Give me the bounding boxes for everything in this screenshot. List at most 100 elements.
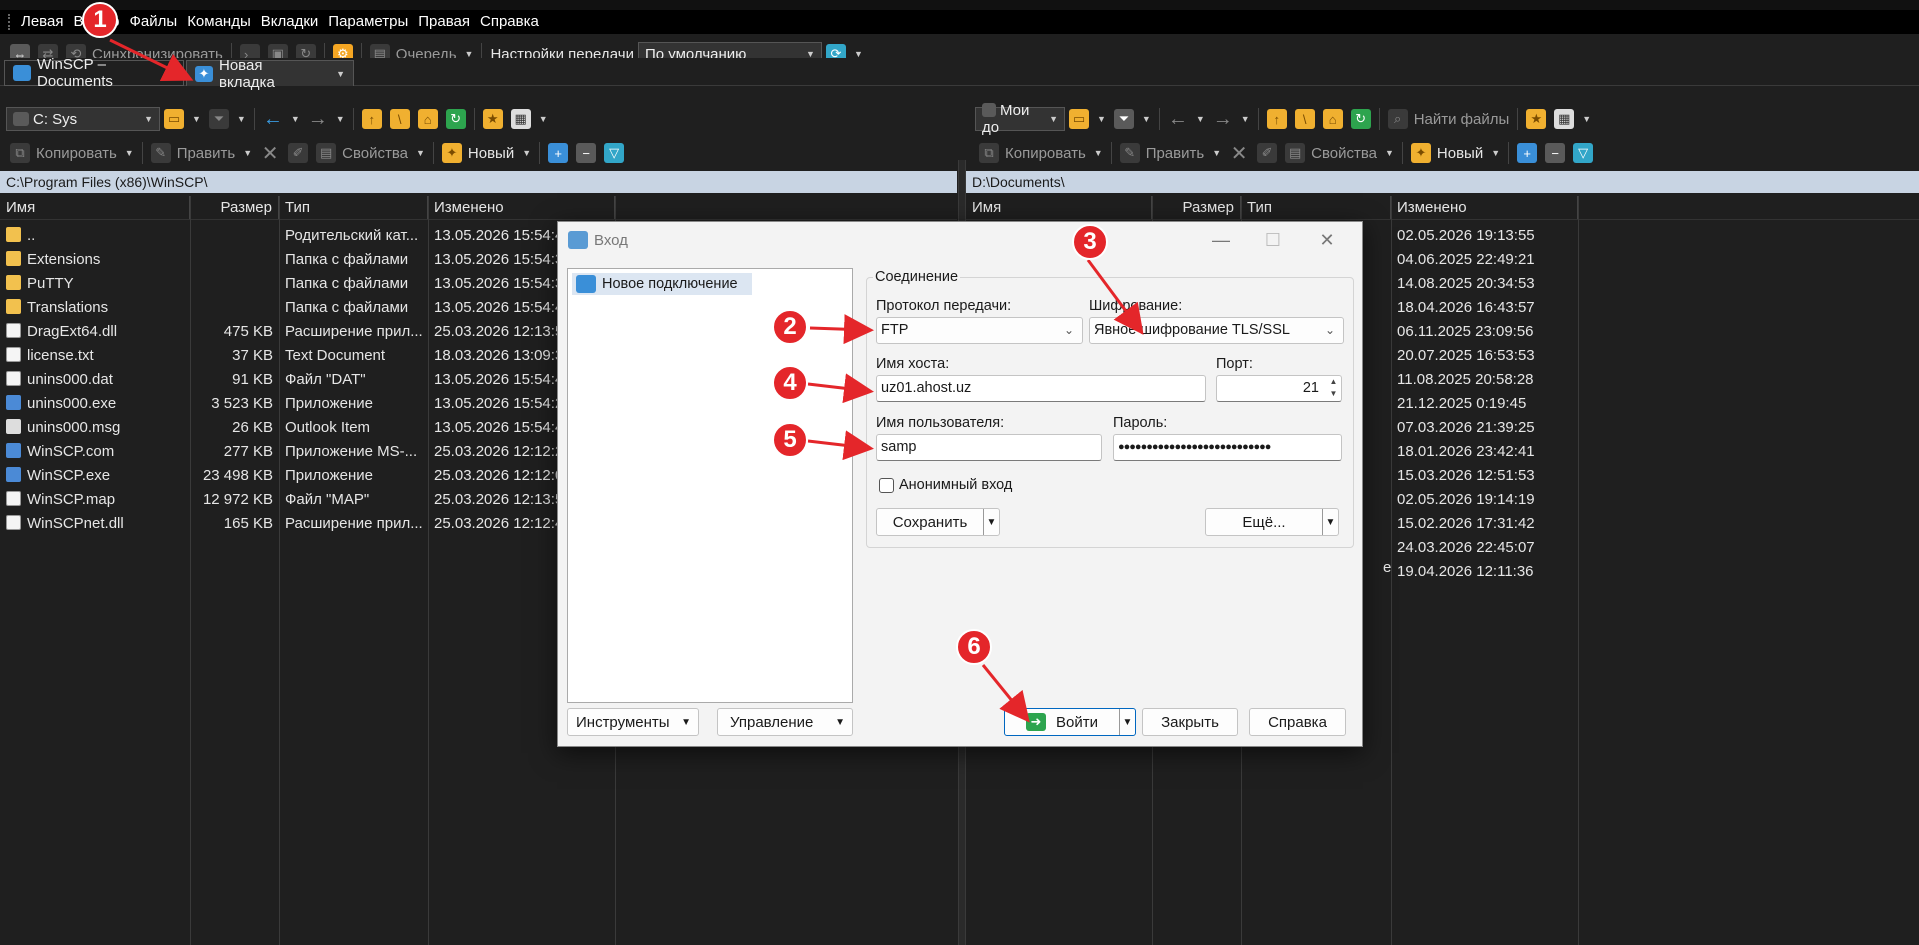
right-find-files-button[interactable]: ⌕ Найти файлы xyxy=(1384,106,1514,132)
left-back-button[interactable]: ← ▼ xyxy=(259,106,304,132)
right-view-button[interactable]: ▦ ▼ xyxy=(1550,106,1595,132)
site-item-new[interactable]: Новое подключение xyxy=(572,273,752,295)
left-filter-button[interactable]: ⏷ ▼ xyxy=(205,106,250,132)
column-type[interactable]: Тип xyxy=(279,196,428,219)
login-button[interactable]: ➜ Войти ▼ xyxy=(1004,708,1136,736)
left-delete-button[interactable]: ✕ xyxy=(256,140,284,166)
left-select-button[interactable]: + xyxy=(544,140,572,166)
file-row[interactable]: unins000.msg 26 KB Outlook Item 13.05.2026 … xyxy=(0,415,615,439)
right-home-button[interactable]: ⌂ xyxy=(1319,106,1347,132)
file-row[interactable]: 15.03.2026 12:51:53 xyxy=(1391,463,1578,487)
file-row[interactable]: DragExt64.dll 475 KB Расширение прил... 25.… xyxy=(0,319,615,343)
anonymous-checkbox[interactable] xyxy=(879,478,894,493)
left-parent-dir-button[interactable]: ↑ xyxy=(358,106,386,132)
right-select-button[interactable]: + xyxy=(1513,140,1541,166)
file-row[interactable]: 21.12.2025 0:19:45 xyxy=(1391,391,1578,415)
username-input[interactable]: samp xyxy=(876,434,1102,461)
tab-new[interactable]: ✦ Новая вкладка ▼ xyxy=(186,57,354,91)
file-row[interactable]: 04.06.2025 22:49:21 xyxy=(1391,247,1578,271)
left-refresh-button[interactable]: ↻ xyxy=(442,106,470,132)
left-view-button[interactable]: ▦ ▼ xyxy=(507,106,552,132)
file-row[interactable]: 11.08.2025 20:58:28 xyxy=(1391,367,1578,391)
right-bookmarks-button[interactable]: ★ xyxy=(1522,106,1550,132)
left-open-dir-button[interactable]: ▭ ▼ xyxy=(160,106,205,132)
right-root-dir-button[interactable]: \ xyxy=(1291,106,1319,132)
file-row[interactable]: Translations Папка с файлами 13.05.2026 15… xyxy=(0,295,615,319)
tab-winscp-documents[interactable]: WinSCP – Documents xyxy=(4,56,184,90)
file-row[interactable]: 14.08.2025 20:34:53 xyxy=(1391,271,1578,295)
file-row[interactable]: 02.05.2026 19:14:19 xyxy=(1391,487,1578,511)
chevron-down-icon[interactable]: ▼ xyxy=(336,69,345,79)
left-unselect-button[interactable]: − xyxy=(572,140,600,166)
menu-help[interactable]: Справка xyxy=(475,10,544,34)
right-rename-button[interactable]: ✐ xyxy=(1253,140,1281,166)
file-row[interactable]: 02.05.2026 19:13:55 xyxy=(1391,223,1578,247)
file-row[interactable]: WinSCPnet.dll 165 KB Расширение прил... 25.… xyxy=(0,511,615,535)
file-row[interactable]: 20.07.2025 16:53:53 xyxy=(1391,343,1578,367)
right-copy-button[interactable]: ⧉ Копировать ▼ xyxy=(975,140,1107,166)
host-input[interactable]: uz01.ahost.uz xyxy=(876,375,1206,402)
right-forward-button[interactable]: → ▼ xyxy=(1209,106,1254,132)
column-name[interactable]: Имя xyxy=(966,196,1152,219)
right-filter-button[interactable]: ⏷ ▼ xyxy=(1110,106,1155,132)
left-rename-button[interactable]: ✐ xyxy=(284,140,312,166)
menu-commands[interactable]: Команды xyxy=(182,10,256,34)
file-row[interactable]: PuTTY Папка с файлами 13.05.2026 15:54:39 xyxy=(0,271,615,295)
right-filter-select-button[interactable]: ▽ xyxy=(1569,140,1597,166)
file-row[interactable]: 15.02.2026 17:31:42 xyxy=(1391,511,1578,535)
menu-left[interactable]: Левая xyxy=(16,10,68,34)
file-row[interactable]: 19.04.2026 12:11:36 xyxy=(1391,559,1578,583)
port-spinner[interactable]: ▲ ▼ xyxy=(1326,376,1341,401)
file-row[interactable]: .. Родительский кат... 13.05.2026 15:54:46 xyxy=(0,223,615,247)
manage-button[interactable]: Управление ▼ xyxy=(717,708,853,736)
protocol-select[interactable]: FTP ⌄ xyxy=(876,317,1083,344)
column-type[interactable]: Тип xyxy=(1241,196,1391,219)
left-bookmarks-button[interactable]: ★ xyxy=(479,106,507,132)
file-row[interactable]: unins000.exe 3 523 KB Приложение 13.05.2026… xyxy=(0,391,615,415)
left-edit-button[interactable]: ✎ Править ▼ xyxy=(147,140,256,166)
minimize-icon[interactable]: — xyxy=(1206,228,1236,252)
right-path-bar[interactable]: D:\Documents\ xyxy=(966,171,1919,193)
file-row[interactable]: 24.03.2026 22:45:07 xyxy=(1391,535,1578,559)
left-filter-select-button[interactable]: ▽ xyxy=(600,140,628,166)
right-back-button[interactable]: ← ▼ xyxy=(1164,106,1209,132)
right-open-dir-button[interactable]: ▭ ▼ xyxy=(1065,106,1110,132)
right-edit-button[interactable]: ✎ Править ▼ xyxy=(1116,140,1225,166)
right-unselect-button[interactable]: − xyxy=(1541,140,1569,166)
column-size[interactable]: Размер xyxy=(190,196,279,219)
file-row[interactable]: unins000.dat 91 KB Файл "DAT" 13.05.2026 15… xyxy=(0,367,615,391)
tools-button[interactable]: Инструменты ▼ xyxy=(567,708,699,736)
column-name[interactable]: Имя xyxy=(0,196,190,219)
file-row[interactable]: 07.03.2026 21:39:25 xyxy=(1391,415,1578,439)
right-new-button[interactable]: ✦ Новый ▼ xyxy=(1407,140,1504,166)
left-copy-button[interactable]: ⧉ Копировать ▼ xyxy=(6,140,138,166)
right-drive-select[interactable]: Мои до ▼ xyxy=(975,102,1065,136)
password-input[interactable]: ●●●●●●●●●●●●●●●●●●●●●●●●●●● xyxy=(1113,434,1342,461)
menu-files[interactable]: Файлы xyxy=(125,10,183,34)
save-button[interactable]: Сохранить ▼ xyxy=(876,508,1000,536)
chevron-down-icon[interactable]: ▼ xyxy=(1322,509,1338,535)
port-input[interactable]: 21 xyxy=(1216,375,1342,402)
column-modified[interactable]: Изменено xyxy=(428,196,615,219)
file-row[interactable]: WinSCP.exe 23 498 KB Приложение 25.03.2026 … xyxy=(0,463,615,487)
right-refresh-button[interactable]: ↻ xyxy=(1347,106,1375,132)
file-row[interactable]: WinSCP.com 277 KB Приложение MS-... 25.03.2… xyxy=(0,439,615,463)
close-icon[interactable]: ✕ xyxy=(1312,228,1342,252)
left-forward-button[interactable]: → ▼ xyxy=(304,106,349,132)
chevron-down-icon[interactable]: ▼ xyxy=(983,509,999,535)
column-size[interactable]: Размер xyxy=(1152,196,1241,219)
file-row[interactable]: Extensions Папка с файлами 13.05.2026 15:5… xyxy=(0,247,615,271)
chevron-down-icon[interactable]: ▼ xyxy=(1119,709,1135,735)
right-delete-button[interactable]: ✕ xyxy=(1225,140,1253,166)
left-new-button[interactable]: ✦ Новый ▼ xyxy=(438,140,535,166)
file-row[interactable]: WinSCP.map 12 972 KB Файл "MAP" 25.03.2026 … xyxy=(0,487,615,511)
left-home-button[interactable]: ⌂ xyxy=(414,106,442,132)
file-row[interactable]: 06.11.2025 23:09:56 xyxy=(1391,319,1578,343)
help-button[interactable]: Справка xyxy=(1249,708,1346,736)
left-drive-select[interactable]: C: Sys ▼ xyxy=(6,107,160,131)
left-root-dir-button[interactable]: \ xyxy=(386,106,414,132)
right-parent-dir-button[interactable]: ↑ xyxy=(1263,106,1291,132)
encryption-select[interactable]: Явное шифрование TLS/SSL ⌄ xyxy=(1089,317,1344,344)
left-path-bar[interactable]: C:\Program Files (x86)\WinSCP\ xyxy=(0,171,957,193)
menu-tabs[interactable]: Вкладки xyxy=(256,10,324,34)
